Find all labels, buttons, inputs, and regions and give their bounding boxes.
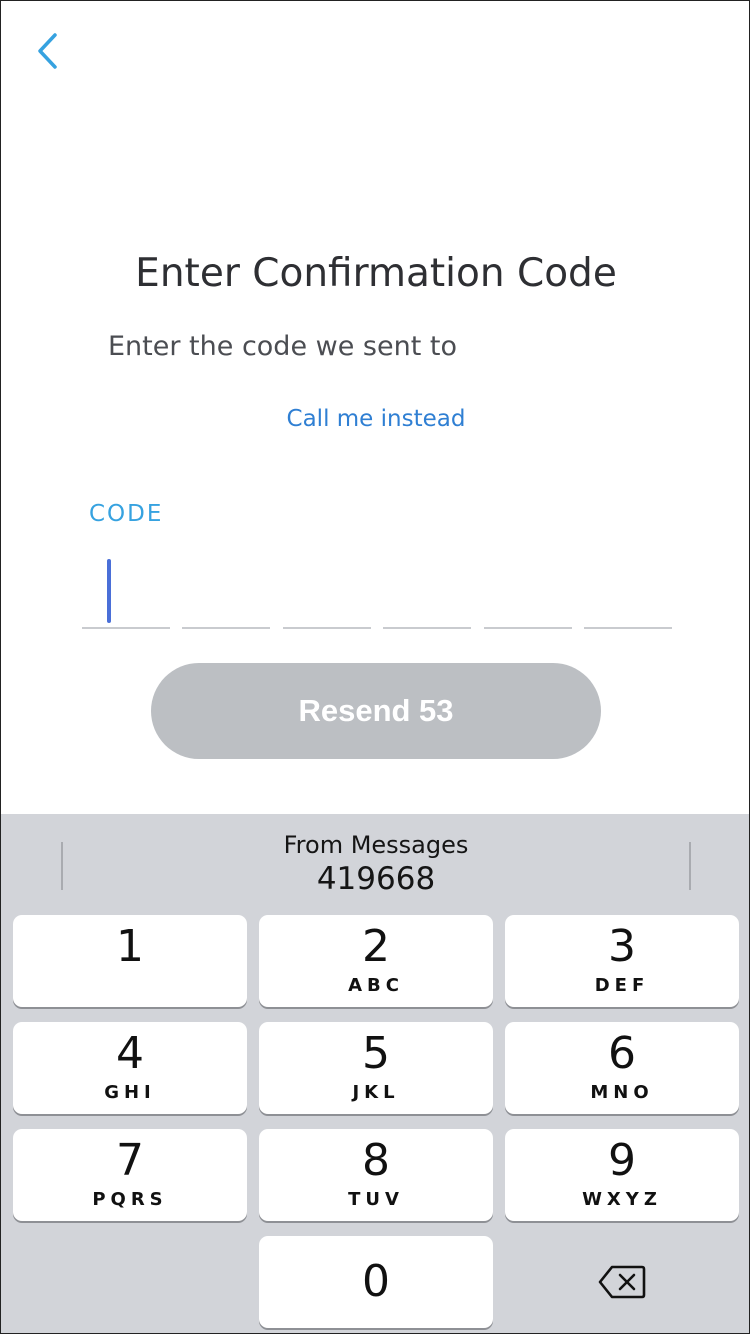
suggestion-divider [689,842,691,890]
key-digit: 1 [116,921,144,972]
code-label: CODE [89,501,164,527]
key-letters: PQRS [92,1189,168,1210]
key-letters: MNO [590,1082,654,1103]
key-1[interactable]: 1 [13,915,247,1007]
key-letters: WXYZ [582,1189,662,1210]
key-letters: TUV [348,1189,404,1210]
key-letters: JKL [352,1082,400,1103]
key-2[interactable]: 2 ABC [259,915,493,1007]
subtitle: Enter the code we sent to [108,331,457,362]
text-caret [107,559,111,623]
key-5[interactable]: 5 JKL [259,1022,493,1114]
key-0[interactable]: 0 [259,1236,493,1328]
autofill-code-suggestion[interactable]: From Messages 419668 [141,830,611,898]
key-digit: 2 [362,921,390,972]
suggestion-bar: From Messages 419668 [1,814,749,909]
suggestion-divider [61,842,63,890]
key-8[interactable]: 8 TUV [259,1129,493,1221]
numeric-keyboard: From Messages 419668 1 2 ABC 3 DEF 4 GHI… [1,814,749,1333]
key-digit: 0 [362,1256,390,1307]
code-input[interactable] [82,551,672,629]
code-digit-box[interactable] [82,551,170,629]
confirmation-screen: Enter Confirmation Code Enter the code w… [0,0,750,1334]
suggestion-code: 419668 [316,861,436,897]
call-me-instead-link[interactable]: Call me instead [1,406,749,432]
key-letters: DEF [594,975,650,996]
key-digit: 5 [362,1028,390,1079]
key-digit: 9 [608,1135,636,1186]
key-digit: 3 [608,921,636,972]
key-digit: 7 [116,1135,144,1186]
chevron-left-icon [38,33,57,69]
delete-key[interactable] [505,1236,739,1328]
key-digit: 4 [116,1028,144,1079]
back-button[interactable] [25,27,69,75]
code-digit-box[interactable] [182,551,271,629]
suggestion-source: From Messages [283,831,469,859]
key-letters: GHI [104,1082,156,1103]
code-digit-box[interactable] [383,551,472,629]
key-digit: 6 [608,1028,636,1079]
key-letters: ABC [348,975,404,996]
page-title: Enter Confirmation Code [135,251,617,296]
key-7[interactable]: 7 PQRS [13,1129,247,1221]
key-digit: 8 [362,1135,390,1186]
key-9[interactable]: 9 WXYZ [505,1129,739,1221]
code-digit-box[interactable] [282,551,371,629]
key-4[interactable]: 4 GHI [13,1022,247,1114]
key-6[interactable]: 6 MNO [505,1022,739,1114]
code-digit-box[interactable] [483,551,572,629]
backspace-icon [598,1265,646,1299]
key-3[interactable]: 3 DEF [505,915,739,1007]
code-digit-box[interactable] [583,551,672,629]
resend-button[interactable]: Resend 53 [151,663,601,759]
